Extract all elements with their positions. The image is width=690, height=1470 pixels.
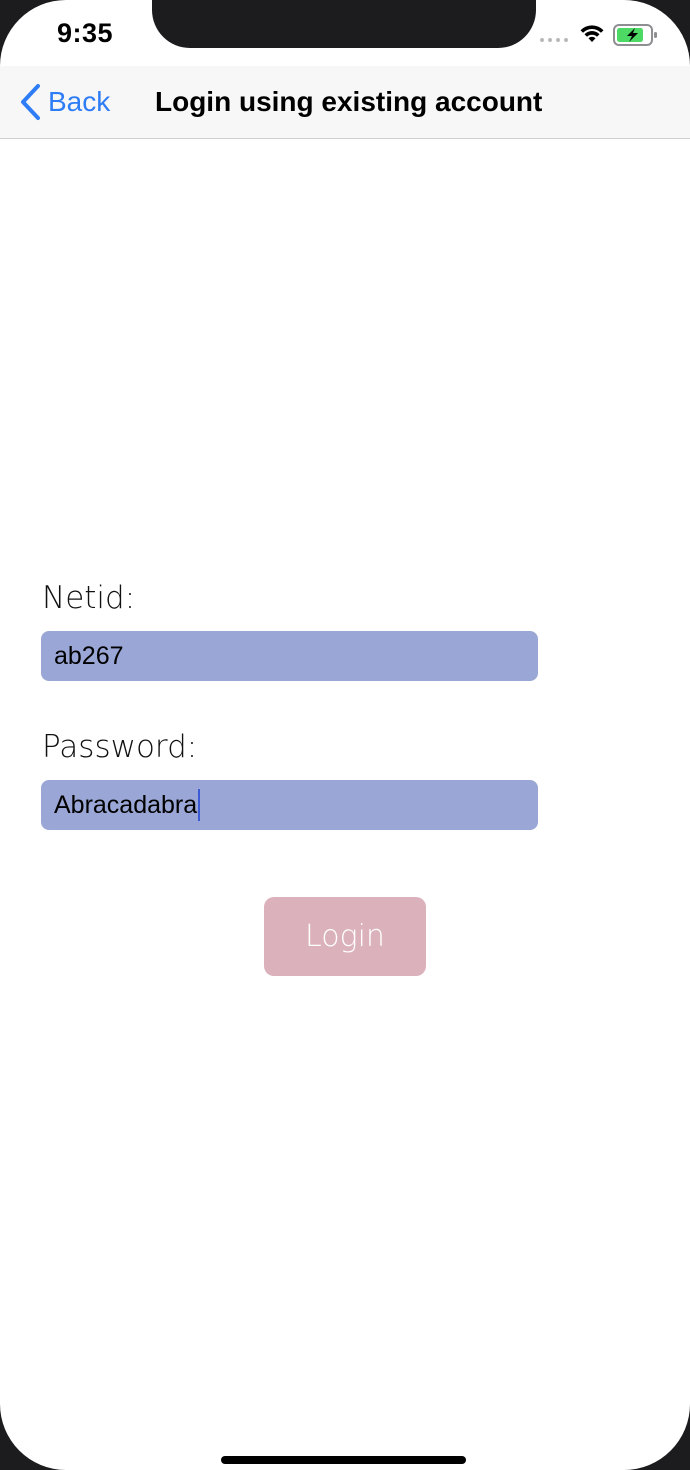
- notch: [152, 0, 536, 48]
- netid-field[interactable]: ab267: [41, 631, 538, 681]
- battery-charging-icon: [613, 23, 659, 52]
- signal-dots-icon: [540, 38, 568, 42]
- netid-label: Netid:: [42, 580, 136, 616]
- back-label: Back: [48, 86, 111, 117]
- back-button[interactable]: Back: [18, 82, 110, 122]
- password-label: Password:: [42, 729, 198, 765]
- chevron-left-icon: [21, 84, 40, 120]
- home-indicator[interactable]: [221, 1456, 466, 1464]
- netid-value: ab267: [54, 641, 124, 670]
- login-label: Login: [305, 919, 385, 954]
- navigation-bar: Back Login using existing account: [0, 66, 690, 139]
- password-field[interactable]: Abracadabra: [41, 780, 538, 830]
- wifi-icon: [578, 22, 606, 49]
- phone-screen: 9:35 Back Login using existing account N…: [0, 0, 690, 1470]
- status-time: 9:35: [57, 18, 114, 48]
- text-cursor: [198, 789, 201, 821]
- password-value: Abracadabra: [54, 790, 198, 819]
- page-title: Login using existing account: [155, 86, 543, 117]
- login-button[interactable]: Login: [264, 897, 426, 976]
